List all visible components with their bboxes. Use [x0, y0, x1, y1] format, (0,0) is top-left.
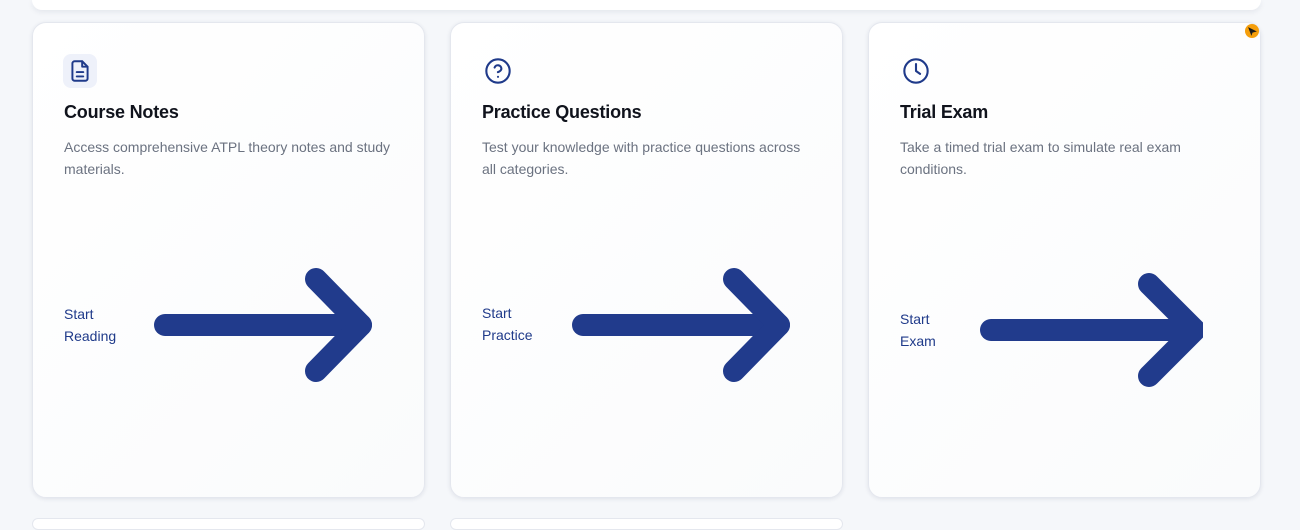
course-notes-card[interactable]: Course Notes Access comprehensive ATPL t…	[32, 22, 425, 498]
clock-icon	[899, 54, 933, 88]
next-card-edge	[450, 518, 843, 530]
trial-exam-card[interactable]: Trial Exam Take a timed trial exam to si…	[868, 22, 1261, 498]
card-title: Trial Exam	[900, 102, 989, 122]
question-circle-icon	[481, 54, 515, 88]
practice-questions-card[interactable]: Practice Questions Test your knowledge w…	[450, 22, 843, 498]
action-label-line2: Practice	[482, 327, 533, 343]
card-title: Course Notes	[64, 102, 179, 122]
card-description: Take a timed trial exam to simulate real…	[900, 139, 1181, 177]
document-icon	[63, 54, 97, 88]
cursor-badge-icon	[1245, 24, 1259, 38]
action-label-line2: Exam	[900, 333, 936, 349]
card-description: Test your knowledge with practice questi…	[482, 139, 801, 177]
card-title: Practice Questions	[482, 102, 642, 122]
action-label-line2: Reading	[64, 328, 117, 344]
action-label-line1: Start	[64, 306, 94, 322]
arrow-right-icon[interactable]	[151, 267, 381, 385]
arrow-right-icon[interactable]	[973, 272, 1203, 390]
next-card-edge	[32, 518, 425, 530]
start-exam-link[interactable]: Start Exam	[900, 308, 970, 352]
action-label-line1: Start	[900, 311, 930, 327]
top-panel-edge	[32, 0, 1261, 10]
arrow-right-icon[interactable]	[569, 267, 799, 385]
action-label-line1: Start	[482, 305, 512, 321]
start-practice-link[interactable]: Start Practice	[482, 302, 552, 346]
start-reading-link[interactable]: Start Reading	[64, 303, 134, 347]
card-description: Access comprehensive ATPL theory notes a…	[64, 139, 391, 177]
